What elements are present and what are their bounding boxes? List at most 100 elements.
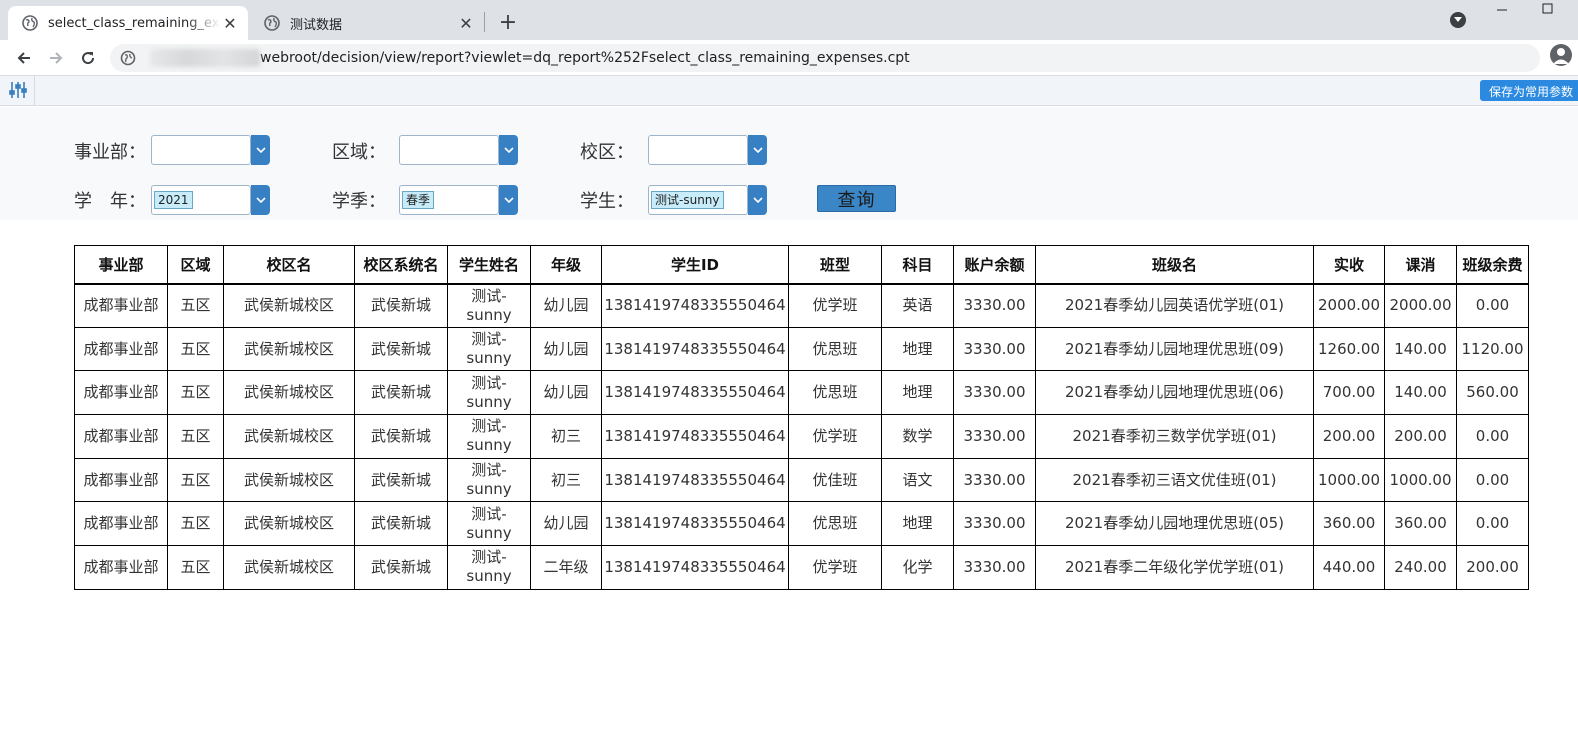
tab-test-data[interactable]: 测试数据 ✕ <box>250 6 484 40</box>
year-selected-tag: 2021 <box>154 191 193 209</box>
arrow-right-icon <box>50 52 63 64</box>
year-combo[interactable]: 2021 <box>151 185 271 215</box>
table-cell: 1381419748335550464 <box>601 326 789 372</box>
minimize-icon[interactable] <box>1496 2 1508 18</box>
table-cell: 测试- sunny <box>447 283 531 328</box>
table-cell: 五区 <box>167 326 224 372</box>
table-cell: 360.00 <box>1384 501 1457 547</box>
student-dropdown-button[interactable] <box>748 185 767 215</box>
reload-icon <box>82 52 95 65</box>
table-cell: 五区 <box>167 370 224 416</box>
column-header: 学生ID <box>601 245 789 285</box>
table-cell: 初三 <box>530 414 602 459</box>
table-cell: 武侯新城 <box>354 326 448 372</box>
table-body: 成都事业部 五区 武侯新城校区 武侯新城 测试- sunny 幼儿园 13814197483… <box>74 283 1529 590</box>
region-input[interactable] <box>399 135 499 165</box>
table-cell: 3330.00 <box>953 414 1036 459</box>
maximize-icon[interactable] <box>1542 2 1554 18</box>
table-cell: 初三 <box>530 457 602 503</box>
column-header: 校区名 <box>223 245 355 285</box>
student-input[interactable]: 测试-sunny <box>648 185 748 215</box>
student-selected-tag: 测试-sunny <box>651 191 724 209</box>
division-dropdown-button[interactable] <box>251 135 270 165</box>
column-header: 区域 <box>167 245 224 285</box>
tab-title: select_class_remaining_expenses <box>48 15 220 31</box>
close-icon[interactable]: ✕ <box>456 13 476 33</box>
table-cell: 3330.00 <box>953 326 1036 372</box>
chevron-down-icon <box>255 197 266 203</box>
reload-button[interactable] <box>76 46 100 70</box>
table-cell: 2021春季幼儿园地理优思班(06) <box>1035 370 1314 416</box>
table-cell: 成都事业部 <box>74 326 168 372</box>
division-label: 事业部： <box>74 142 146 163</box>
table-cell: 武侯新城校区 <box>223 326 355 372</box>
student-combo[interactable]: 测试-sunny <box>648 185 768 215</box>
chevron-down-icon <box>1454 17 1462 22</box>
save-common-params-button[interactable]: 保存为常用参数 <box>1480 80 1578 101</box>
table-row: 成都事业部 五区 武侯新城校区 武侯新城 测试- sunny 初三 138141974833… <box>74 414 1529 459</box>
table-cell: 英语 <box>881 283 954 328</box>
table-cell: 幼儿园 <box>530 283 602 328</box>
table-cell: 2000.00 <box>1313 283 1385 328</box>
browser-tab-strip: select_class_remaining_expenses ✕ 测试数据 ✕… <box>0 0 1578 40</box>
table-cell: 0.00 <box>1456 457 1529 503</box>
division-input[interactable] <box>151 135 251 165</box>
toolbar-divider <box>34 76 35 106</box>
table-row: 成都事业部 五区 武侯新城校区 武侯新城 测试- sunny 幼儿园 13814197483… <box>74 326 1529 372</box>
table-cell: 优思班 <box>788 370 882 416</box>
column-header: 课消 <box>1384 245 1457 285</box>
campus-combo[interactable] <box>648 135 768 165</box>
close-icon[interactable]: ✕ <box>220 13 240 33</box>
column-header: 科目 <box>881 245 954 285</box>
table-cell: 2021春季二年级化学优学班(01) <box>1035 545 1314 590</box>
site-info-icon[interactable] <box>120 50 136 66</box>
table-cell: 1381419748335550464 <box>601 370 789 416</box>
column-header: 事业部 <box>74 245 168 285</box>
forward-button[interactable] <box>44 46 68 70</box>
season-dropdown-button[interactable] <box>499 185 518 215</box>
season-combo[interactable]: 春季 <box>399 185 519 215</box>
tab-select-class-remaining-expenses[interactable]: select_class_remaining_expenses ✕ <box>8 6 248 40</box>
table-cell: 测试- sunny <box>447 501 531 547</box>
table-cell: 200.00 <box>1456 545 1529 590</box>
year-dropdown-button[interactable] <box>251 185 270 215</box>
address-bar[interactable]: webroot/decision/view/report?viewlet=dq_… <box>110 44 1540 72</box>
table-cell: 2021春季初三数学优学班(01) <box>1035 414 1314 459</box>
season-label: 学季： <box>332 191 386 212</box>
table-cell: 武侯新城校区 <box>223 545 355 590</box>
table-cell: 五区 <box>167 501 224 547</box>
table-cell: 3330.00 <box>953 370 1036 416</box>
table-cell: 武侯新城 <box>354 545 448 590</box>
report-toolbar: 保存为常用参数 <box>0 76 1578 106</box>
table-cell: 五区 <box>167 457 224 503</box>
campus-dropdown-button[interactable] <box>748 135 767 165</box>
division-combo[interactable] <box>151 135 271 165</box>
table-cell: 武侯新城 <box>354 283 448 328</box>
tab-search-button[interactable] <box>1450 12 1466 28</box>
parameter-settings-icon[interactable] <box>8 80 28 100</box>
blurred-host <box>150 49 260 67</box>
new-tab-button[interactable]: + <box>496 10 520 35</box>
table-cell: 700.00 <box>1313 370 1385 416</box>
table-row: 成都事业部 五区 武侯新城校区 武侯新城 测试- sunny 幼儿园 13814197483… <box>74 501 1529 547</box>
query-button[interactable]: 查询 <box>817 185 896 212</box>
table-cell: 地理 <box>881 326 954 372</box>
table-cell: 440.00 <box>1313 545 1385 590</box>
campus-input[interactable] <box>648 135 748 165</box>
season-input[interactable]: 春季 <box>399 185 499 215</box>
table-cell: 武侯新城 <box>354 457 448 503</box>
table-cell: 五区 <box>167 545 224 590</box>
table-cell: 1120.00 <box>1456 326 1529 372</box>
chevron-down-icon <box>255 147 266 153</box>
back-button[interactable] <box>12 46 36 70</box>
year-input[interactable]: 2021 <box>151 185 251 215</box>
table-cell: 幼儿园 <box>530 501 602 547</box>
chevron-down-icon <box>503 147 514 153</box>
table-cell: 0.00 <box>1456 501 1529 547</box>
table-cell: 1381419748335550464 <box>601 283 789 328</box>
profile-avatar[interactable] <box>1550 44 1572 66</box>
region-combo[interactable] <box>399 135 519 165</box>
table-cell: 武侯新城校区 <box>223 283 355 328</box>
table-cell: 武侯新城校区 <box>223 501 355 547</box>
region-dropdown-button[interactable] <box>499 135 518 165</box>
